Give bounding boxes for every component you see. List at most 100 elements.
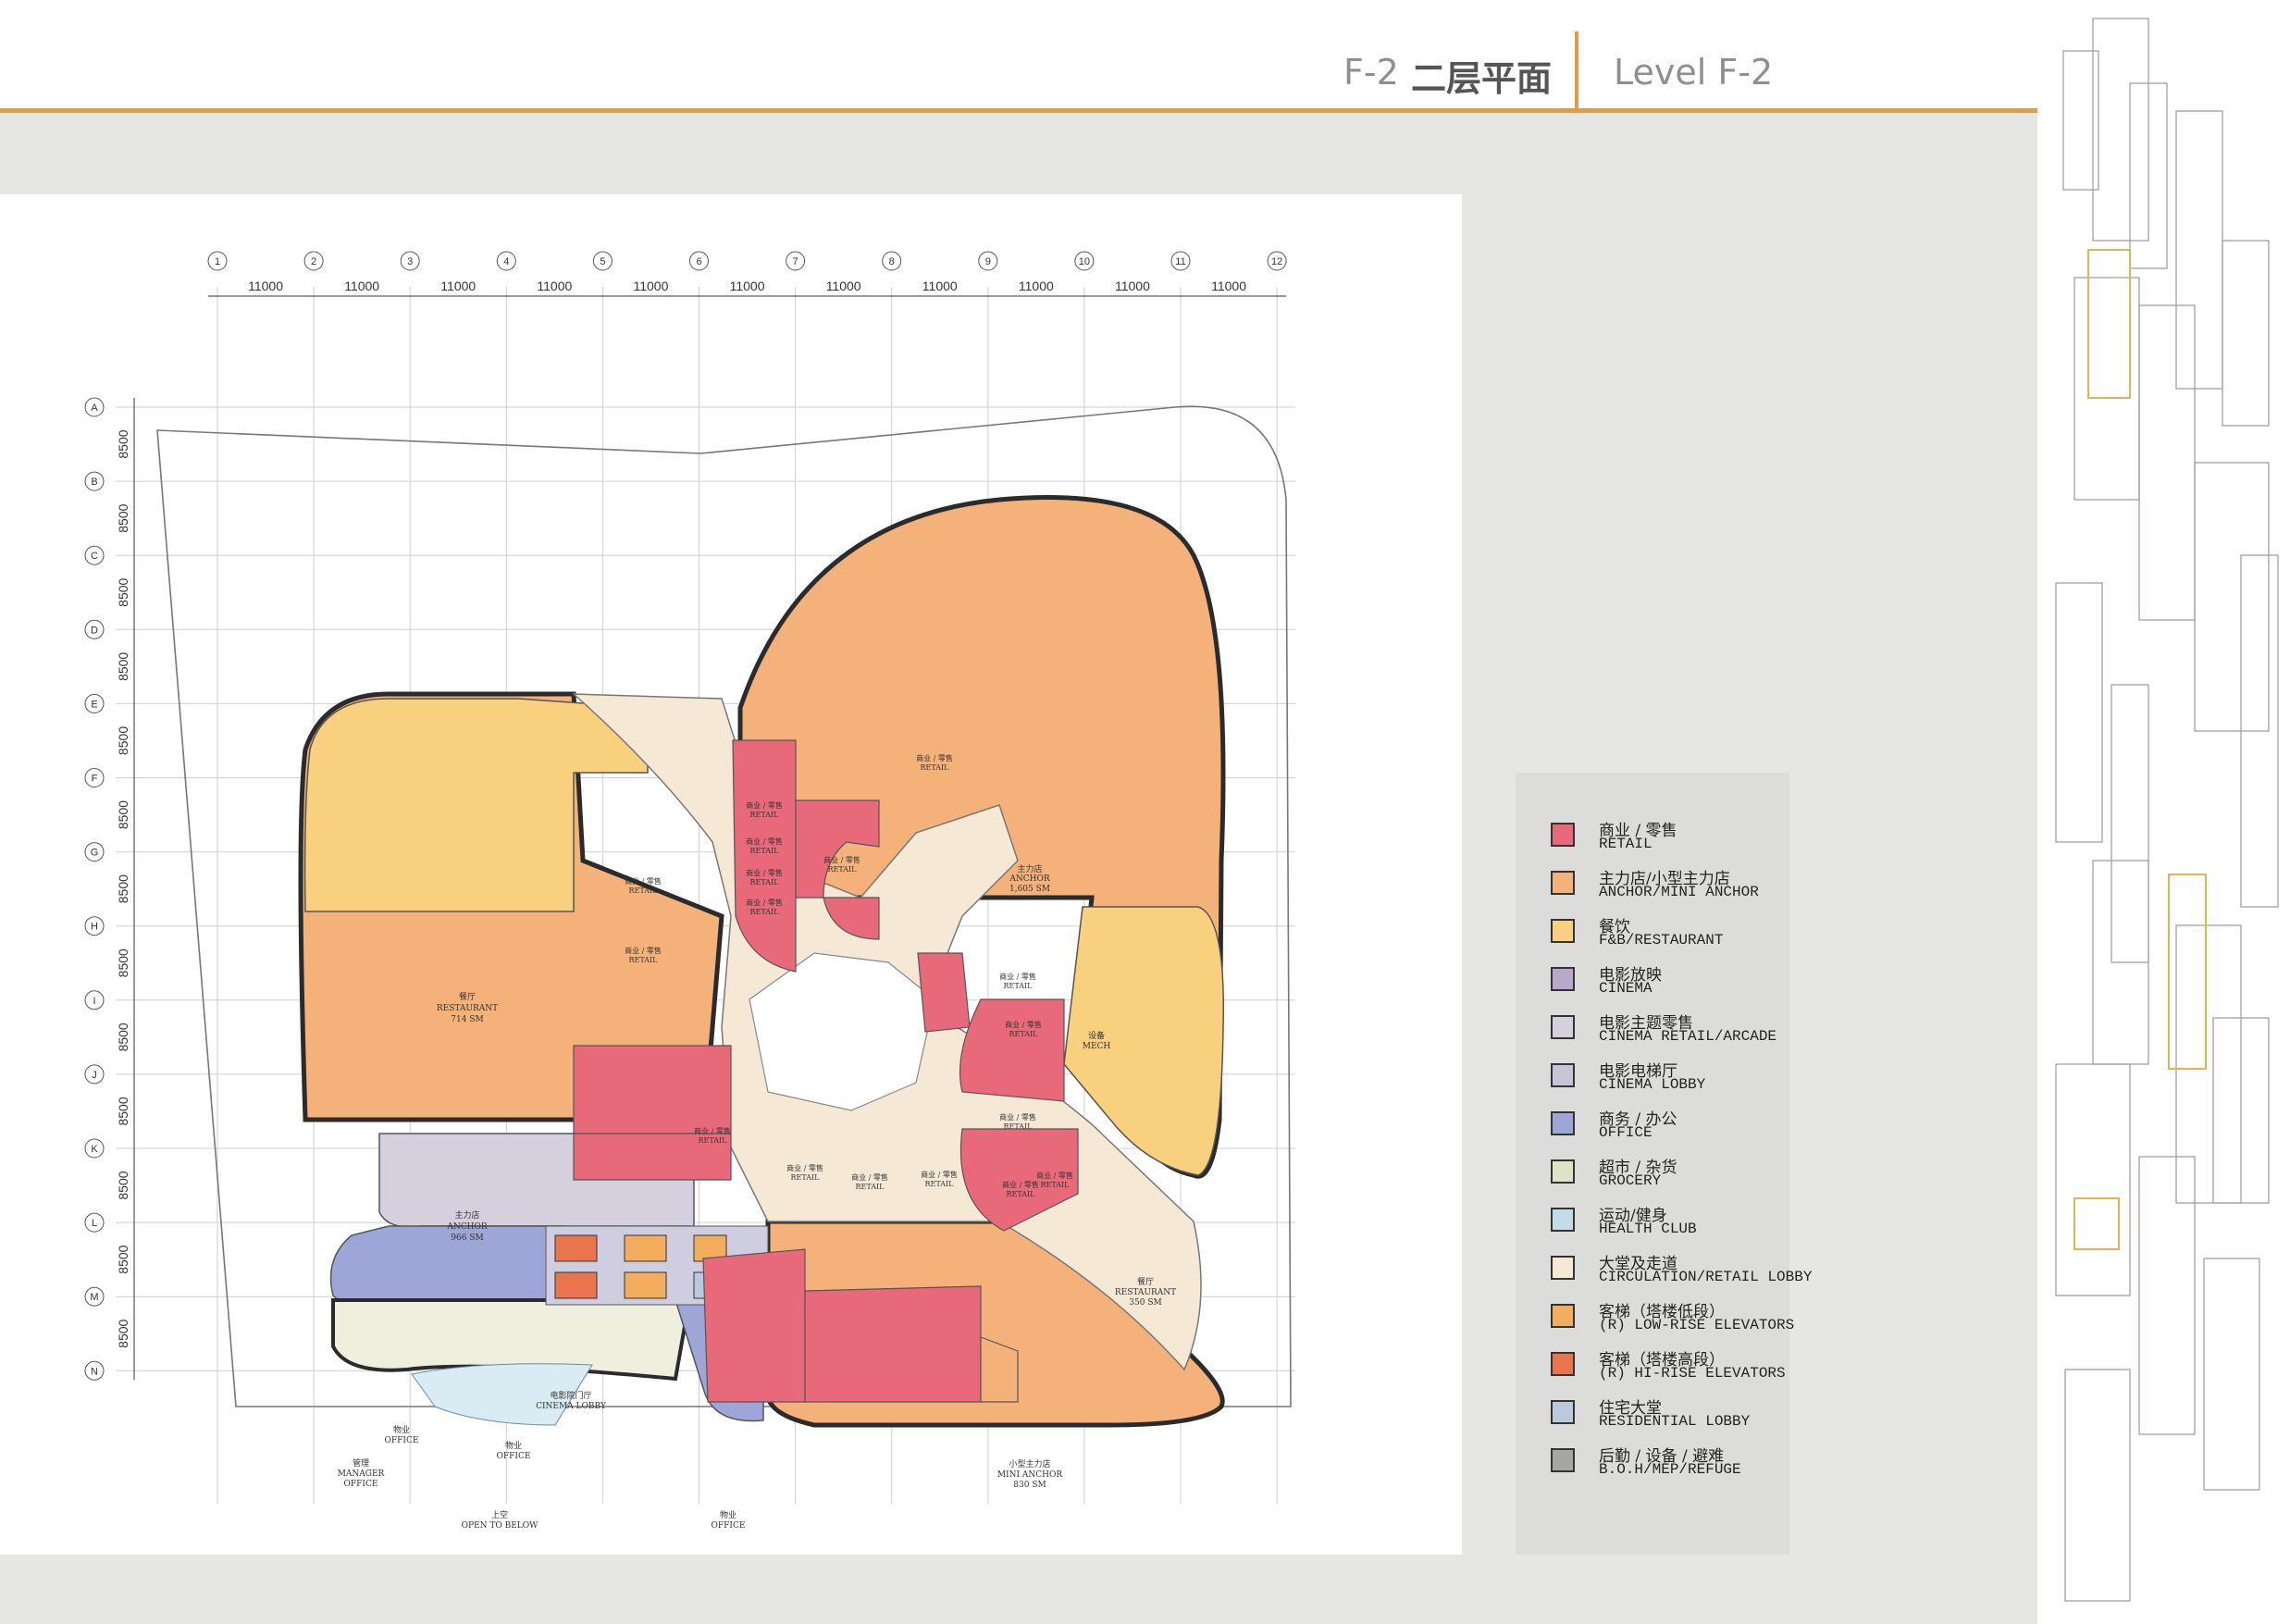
room-label: 物业 bbox=[505, 1440, 522, 1451]
retail-label-en: RETAIL bbox=[920, 763, 949, 772]
legend-label-en: ANCHOR/MINI ANCHOR bbox=[1599, 884, 1759, 900]
room-label: 主力店 bbox=[1017, 863, 1042, 874]
grid-row-label: B bbox=[91, 477, 97, 488]
room-label: 餐厅 bbox=[459, 991, 476, 1002]
legend-label-en: CINEMA LOBBY bbox=[1599, 1076, 1706, 1093]
grid-row-label: D bbox=[91, 625, 98, 636]
retail-unit bbox=[959, 998, 1065, 1102]
room-label: OPEN TO BELOW bbox=[462, 1521, 539, 1531]
grid-column-label: 4 bbox=[503, 256, 509, 267]
room-label: 830 SM bbox=[1013, 1481, 1046, 1490]
legend-label-en: OFFICE bbox=[1599, 1124, 1653, 1141]
room-label: 上空 bbox=[491, 1509, 508, 1520]
retail-label-cn: 商业 / 零售 bbox=[999, 972, 1036, 981]
grid-row-label: K bbox=[91, 1144, 98, 1155]
legend-swatch bbox=[1551, 1159, 1575, 1184]
column-dimension-label: 11000 bbox=[440, 279, 476, 293]
retail-unit bbox=[702, 1248, 806, 1403]
legend-label-en: RESIDENTIAL LOBBY bbox=[1599, 1413, 1751, 1430]
row-dimension-label: 8500 bbox=[116, 874, 130, 903]
retail-label-cn: 商业 / 零售 bbox=[921, 1170, 958, 1179]
room-label: MINI ANCHOR bbox=[997, 1470, 1063, 1480]
column-dimension-label: 11000 bbox=[922, 279, 958, 293]
row-dimension-label: 8500 bbox=[116, 726, 130, 755]
grid-column-label: 2 bbox=[311, 256, 316, 267]
grid-row-label: G bbox=[91, 848, 99, 859]
floor-plan: 1 2 3 4 5 6 7 8 9 10 11 1211000 11000 11000 11000 11000… bbox=[84, 251, 1295, 1531]
grid-column-label: 5 bbox=[600, 256, 605, 267]
retail-label-cn: 商业 / 零售 bbox=[786, 1163, 823, 1172]
room-label: RESTAURANT bbox=[437, 1004, 498, 1013]
grid-column-label: 9 bbox=[985, 256, 991, 267]
retail-label-cn: 商业 / 零售 bbox=[823, 855, 860, 864]
legend-label-en: GROCERY bbox=[1599, 1172, 1662, 1189]
retail-label-en: RETAIL bbox=[749, 847, 779, 855]
legend-label-en: B.O.H/MEP/REFUGE bbox=[1599, 1461, 1741, 1478]
column-dimension-label: 11000 bbox=[537, 279, 572, 293]
row-dimension-label: 8500 bbox=[116, 1097, 130, 1125]
retail-label-cn: 商业 / 零售 bbox=[1002, 1180, 1039, 1189]
grid-column-label: 10 bbox=[1079, 256, 1090, 267]
legend-label-en: CINEMA RETAIL/ARCADE bbox=[1599, 1028, 1777, 1045]
room-label: 966 SM bbox=[451, 1233, 483, 1243]
room-label: CINEMA LOBBY bbox=[536, 1402, 607, 1411]
retail-label-cn: 商业 / 零售 bbox=[851, 1172, 888, 1182]
retail-label-cn: 商业 / 零售 bbox=[746, 837, 783, 846]
room-label: MANAGER bbox=[338, 1469, 385, 1479]
row-dimension-label: 8500 bbox=[116, 652, 130, 681]
column-dimension-label: 11000 bbox=[633, 279, 668, 293]
page-header: F-2 二层平面 Level F-2 bbox=[0, 0, 2037, 113]
retail-label-cn: 商业 / 零售 bbox=[625, 876, 662, 886]
room-label: 电影院门厅 bbox=[550, 1390, 591, 1401]
legend-swatch bbox=[1551, 1304, 1575, 1328]
legend-swatch bbox=[1551, 1111, 1575, 1135]
retail-label-en: RETAIL bbox=[628, 886, 658, 895]
column-dimension-label: 11000 bbox=[1019, 279, 1054, 293]
retail-label-en: RETAIL bbox=[1009, 1030, 1038, 1038]
retail-label-cn: 商业 / 零售 bbox=[999, 1112, 1036, 1122]
room-label: 1,605 SM bbox=[1009, 885, 1050, 894]
legend-label-en: (R) LOW-RISE ELEVATORS bbox=[1599, 1317, 1795, 1333]
row-dimension-label: 8500 bbox=[116, 1023, 130, 1051]
retail-label-cn: 商业 / 零售 bbox=[625, 946, 662, 955]
row-dimension-label: 8500 bbox=[116, 577, 130, 606]
room-label: 物业 bbox=[720, 1509, 737, 1520]
grid-row-label: J bbox=[92, 1070, 97, 1081]
retail-label-en: RETAIL bbox=[749, 811, 779, 819]
legend-label-en: (R) HI-RISE ELEVATORS bbox=[1599, 1365, 1786, 1382]
room-label: 管理 bbox=[353, 1457, 369, 1469]
row-dimension-label: 8500 bbox=[116, 429, 130, 458]
header-divider bbox=[1575, 31, 1578, 109]
retail-label-cn: 商业 / 零售 bbox=[746, 898, 783, 907]
floor-plan-sheet: 1 2 3 4 5 6 7 8 9 10 11 12 11000 11000 11000 11000 11000… bbox=[0, 194, 1462, 1555]
legend-swatch bbox=[1551, 871, 1575, 895]
room-label: RESTAURANT bbox=[1115, 1288, 1176, 1297]
legend-swatch bbox=[1551, 1063, 1575, 1087]
sheet-title-cn: 二层平面 bbox=[1411, 58, 1553, 99]
decorative-sidebar bbox=[2037, 0, 2290, 1624]
retail-unit bbox=[804, 1285, 982, 1403]
legend-panel: 商业 / 零售 RETAIL 主力店/小型主力店 ANCHOR/MINI ANC… bbox=[1516, 773, 1812, 1555]
room-label: ANCHOR bbox=[446, 1222, 487, 1232]
grid-column-label: 11 bbox=[1175, 256, 1185, 267]
retail-label-cn: 商业 / 零售 bbox=[746, 800, 783, 810]
legend-label-en: CINEMA bbox=[1599, 980, 1653, 997]
grid-column-label: 3 bbox=[407, 256, 413, 267]
legend-swatch bbox=[1551, 823, 1575, 847]
row-dimension-label: 8500 bbox=[116, 800, 130, 829]
legend-swatch bbox=[1551, 1448, 1575, 1472]
room-label: 小型主力店 bbox=[1009, 1458, 1050, 1469]
office-zone bbox=[329, 1225, 565, 1311]
room-label: ANCHOR bbox=[1009, 874, 1049, 884]
retail-label-en: RETAIL bbox=[749, 878, 779, 886]
room-label: OFFICE bbox=[712, 1521, 746, 1531]
retail-label-en: RETAIL bbox=[1006, 1190, 1035, 1198]
room-label: 设备 bbox=[1088, 1030, 1105, 1041]
room-label: 主力店 bbox=[454, 1209, 479, 1221]
row-dimension-label: 8500 bbox=[116, 948, 130, 977]
grid-column-label: 6 bbox=[696, 256, 701, 267]
grid-column-label: 12 bbox=[1271, 256, 1282, 267]
room-label: 714 SM bbox=[451, 1015, 483, 1024]
retail-label-en: RETAIL bbox=[1003, 982, 1033, 990]
grid-column-label: 1 bbox=[215, 256, 220, 267]
